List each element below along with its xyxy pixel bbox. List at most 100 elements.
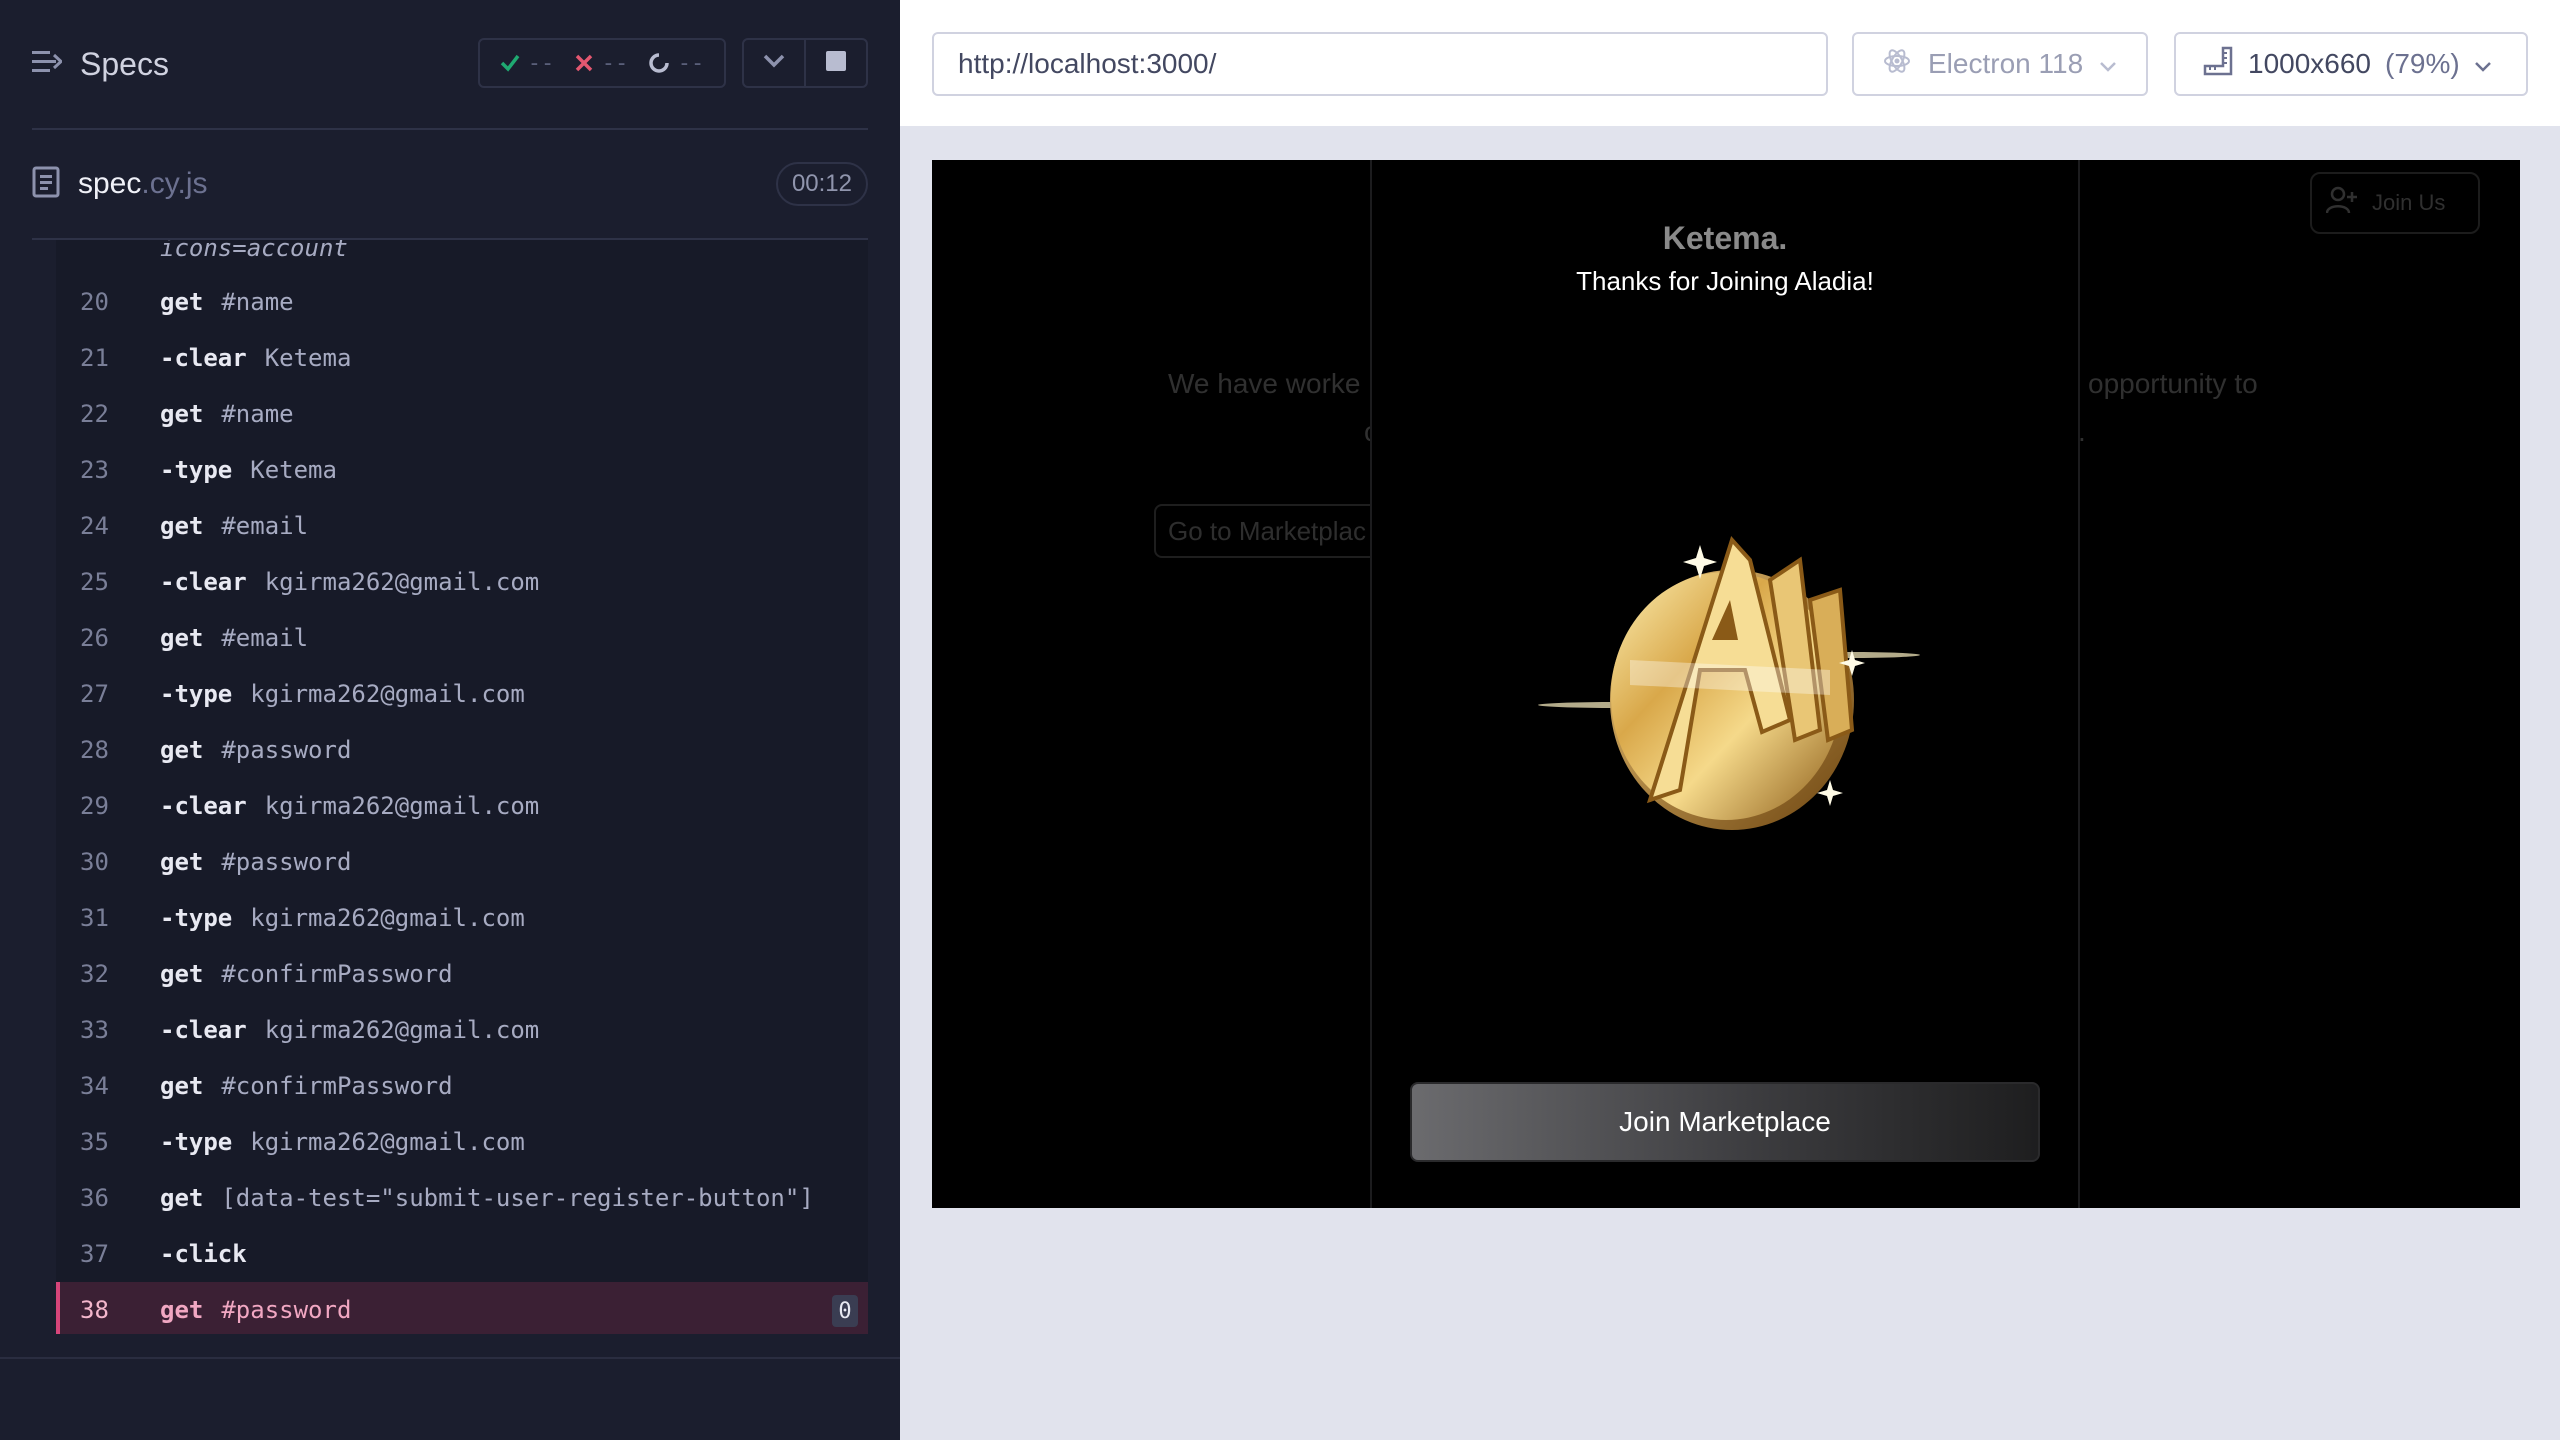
command-method: -type [160,904,233,932]
electron-icon [1882,46,1912,83]
command-name: get #name [160,400,294,428]
command-list: icons=account 20 get #name 21 -clear Ketema 22… [56,240,868,1334]
command-name: get #email [160,624,308,652]
command-argument: Ketema [264,344,352,372]
command-row[interactable]: 37 -click [56,1226,868,1282]
command-name: -type Ketema [160,456,337,484]
spec-extension: .cy.js [141,167,208,200]
command-row[interactable]: 29 -clear kgirma262@gmail.com [56,778,868,834]
command-name: get #name [160,288,294,316]
run-controls [742,38,868,88]
command-row[interactable]: 21 -clear Ketema [56,330,868,386]
spec-header[interactable]: spec .cy.js 00:12 [32,156,868,212]
auto-scroll-button[interactable] [744,40,806,86]
chevron-down-icon [2474,48,2492,80]
spinner-icon [648,52,670,74]
command-line-number: 36 [80,1184,109,1212]
command-method: get [160,400,204,428]
command-row[interactable]: 27 -type kgirma262@gmail.com [56,666,868,722]
command-line-number: 20 [80,288,109,316]
command-argument: #confirmPassword [221,1072,453,1100]
background-text: opportunity to [2088,368,2258,399]
join-us-label: Join Us [2372,190,2446,215]
command-row[interactable]: 22 get #name [56,386,868,442]
brand-name: Ketema. [1662,220,1788,256]
stop-button[interactable] [806,40,866,86]
chevron-down-icon [763,54,785,73]
passed-count: -- [527,50,555,76]
command-row[interactable]: 28 get #password [56,722,868,778]
command-argument: kgirma262@gmail.com [264,568,540,596]
command-row[interactable]: 31 -type kgirma262@gmail.com [56,890,868,946]
failed-stat: -- [574,50,629,76]
command-row[interactable]: 35 -type kgirma262@gmail.com [56,1114,868,1170]
command-name: get #password [160,736,351,764]
gold-coin-logo [1538,520,1920,860]
command-name: get #password [160,1296,351,1324]
command-argument: kgirma262@gmail.com [250,1128,525,1156]
welcome-modal: Ketema. Thanks for Joining Aladia! Join … [1370,160,2080,1208]
command-line-number: 35 [80,1128,109,1156]
command-argument: kgirma262@gmail.com [250,904,525,932]
command-method: get [160,512,204,540]
command-name: get #password [160,848,351,876]
url-bar[interactable]: http://localhost:3000/ [932,32,1828,96]
url-text: http://localhost:3000/ [958,48,1217,79]
browser-toolbar: http://localhost:3000/ Electron 118 1000… [900,0,2560,128]
join-us-button[interactable]: Join Us [2310,172,2480,234]
join-marketplace-button[interactable]: Join Marketplace [1410,1082,2040,1162]
command-line-number: 30 [80,848,109,876]
add-user-icon [2325,186,2358,220]
command-row[interactable]: 33 -clear kgirma262@gmail.com [56,1002,868,1058]
divider [0,1357,900,1359]
command-method: get [160,1072,204,1100]
command-line-number: 22 [80,400,109,428]
command-name: -type kgirma262@gmail.com [160,1128,525,1156]
command-row[interactable]: 20 get #name [56,274,868,330]
command-row[interactable]: 36 get [data-test="submit-user-register-bu… [56,1170,868,1226]
command-argument: #name [221,288,294,316]
failed-count: -- [601,50,629,76]
command-name: -clear kgirma262@gmail.com [160,568,539,596]
command-argument: Ketema [250,456,337,484]
command-line-number: 25 [80,568,109,596]
command-line-number: 33 [80,1016,109,1044]
command-row[interactable]: 30 get #password [56,834,868,890]
viewport-size: 1000x660 [2248,48,2372,79]
command-argument: #password [221,736,352,764]
command-line-number: 21 [80,344,109,372]
command-method: get [160,1184,204,1212]
app-preview: Join Us We have worke opportunity to c .… [932,160,2520,1208]
command-row[interactable]: 34 get #confirmPassword [56,1058,868,1114]
command-partial-line: icons=account [160,240,348,262]
specs-toggle[interactable]: Specs [32,44,169,84]
command-row[interactable]: 26 get #email [56,610,868,666]
modal-subtitle: Thanks for Joining Aladia! [1576,266,1874,296]
command-argument: #password [221,848,352,876]
command-row[interactable]: 23 -type Ketema [56,442,868,498]
pending-count: -- [677,50,705,76]
command-row[interactable]: 32 get #confirmPassword [56,946,868,1002]
command-argument: #password [221,1296,352,1324]
command-row[interactable]: 24 get #email [56,498,868,554]
command-row[interactable]: 25 -clear kgirma262@gmail.com [56,554,868,610]
command-name: get [data-test="submit-user-register-butt… [160,1184,814,1212]
command-argument: kgirma262@gmail.com [264,792,540,820]
command-method: -click [160,1240,247,1268]
command-argument: #email [221,512,309,540]
command-argument: #email [221,624,309,652]
command-line-number: 37 [80,1240,109,1268]
element-count-badge: 0 [832,1295,858,1327]
command-method: get [160,624,204,652]
command-row[interactable]: 38 get #password 0 [56,1282,868,1334]
command-method: -clear [160,792,247,820]
check-icon [500,53,520,73]
file-icon [32,166,62,203]
command-line-number: 23 [80,456,109,484]
command-line-number: 31 [80,904,109,932]
viewport-selector[interactable]: 1000x660 (79%) [2174,32,2528,96]
specs-label: Specs [80,45,169,82]
browser-selector[interactable]: Electron 118 [1852,32,2148,96]
viewport-scale: (79%) [2385,48,2460,79]
command-method: -clear [160,1016,247,1044]
